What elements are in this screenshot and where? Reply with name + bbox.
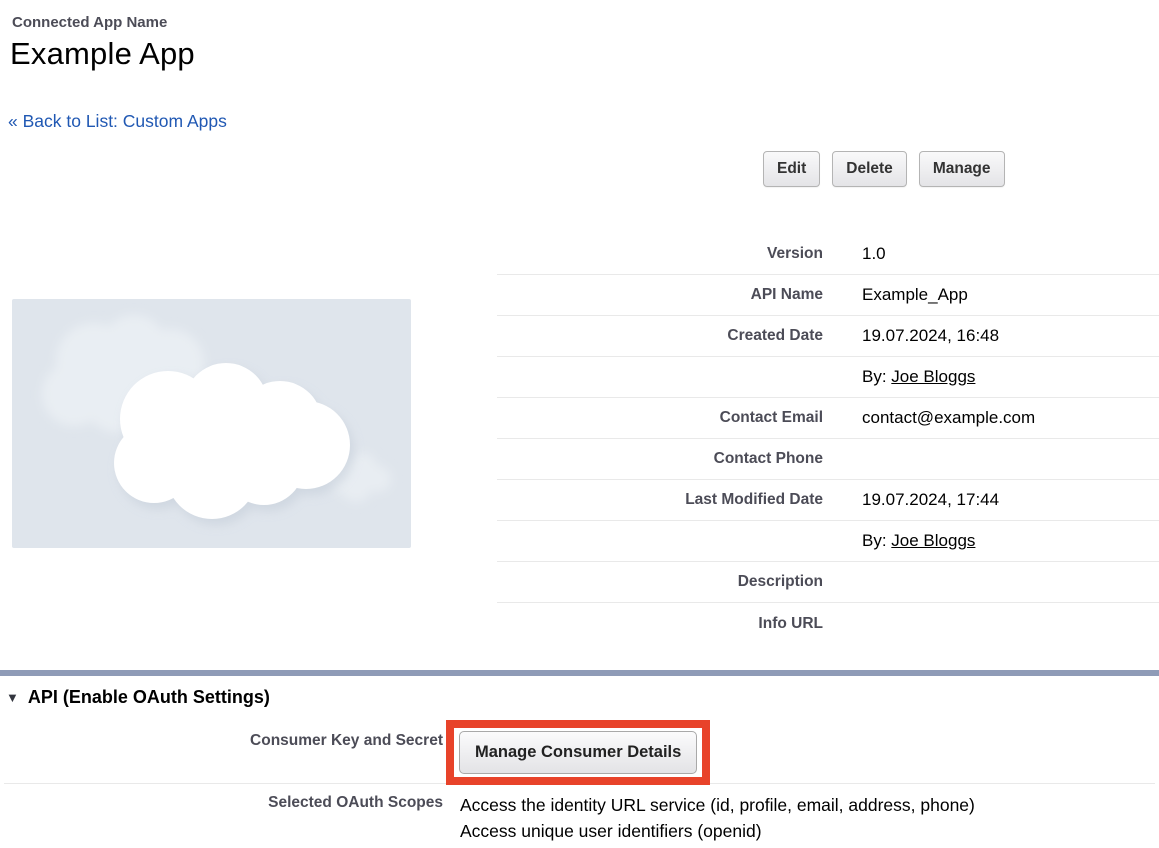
- detail-field-label: Version: [497, 245, 823, 263]
- oauth-section-header: ▼ API (Enable OAuth Settings): [6, 687, 270, 708]
- details-table: Version 1.0 API Name Example_App Created Dat…: [497, 234, 1159, 644]
- user-link[interactable]: Joe Bloggs: [891, 367, 975, 386]
- consumer-key-secret-label: Consumer Key and Secret: [0, 732, 443, 750]
- toolbar: Edit Delete Manage: [763, 151, 1005, 187]
- connected-app-name-label: Connected App Name: [12, 14, 167, 31]
- detail-field-label: Contact Email: [497, 409, 823, 427]
- detail-field-value: 19.07.2024, 17:44: [862, 490, 999, 510]
- oauth-scopes-list: Access the identity URL service (id, pro…: [460, 792, 975, 844]
- detail-row: Info URL: [497, 603, 1159, 644]
- detail-field-label: Last Modified Date: [497, 491, 823, 509]
- detail-field-value: 19.07.2024, 16:48: [862, 326, 999, 346]
- detail-field-label: Info URL: [497, 615, 823, 633]
- detail-row: API Name Example_App: [497, 275, 1159, 316]
- app-logo-image: [12, 299, 411, 548]
- detail-field-label: Description: [497, 573, 823, 591]
- manage-consumer-details-button[interactable]: Manage Consumer Details: [459, 731, 697, 774]
- page-title: Example App: [10, 36, 195, 72]
- edit-button[interactable]: Edit: [763, 151, 820, 187]
- detail-field-label: Created Date: [497, 327, 823, 345]
- detail-row: By: Joe Bloggs: [497, 357, 1159, 398]
- user-link[interactable]: Joe Bloggs: [891, 531, 975, 550]
- detail-field-value: By: Joe Bloggs: [862, 367, 975, 387]
- highlight-annotation-box: Manage Consumer Details: [446, 720, 710, 785]
- detail-row: Contact Phone: [497, 439, 1159, 480]
- oauth-scope-item: Access unique user identifiers (openid): [460, 818, 975, 844]
- oauth-section-title: API (Enable OAuth Settings): [28, 687, 270, 708]
- section-divider-bar: [0, 670, 1159, 676]
- selected-oauth-scopes-label: Selected OAuth Scopes: [0, 794, 443, 812]
- delete-button[interactable]: Delete: [832, 151, 907, 187]
- manage-button[interactable]: Manage: [919, 151, 1005, 187]
- detail-row: Description: [497, 562, 1159, 603]
- detail-row: Last Modified Date 19.07.2024, 17:44: [497, 480, 1159, 521]
- collapse-arrow-icon[interactable]: ▼: [6, 691, 19, 704]
- detail-row: Created Date 19.07.2024, 16:48: [497, 316, 1159, 357]
- detail-row: Contact Email contact@example.com: [497, 398, 1159, 439]
- detail-field-value: By: Joe Bloggs: [862, 531, 975, 551]
- detail-row: Version 1.0: [497, 234, 1159, 275]
- detail-field-value: Example_App: [862, 285, 968, 305]
- detail-field-label: Contact Phone: [497, 450, 823, 468]
- detail-field-value: contact@example.com: [862, 408, 1035, 428]
- detail-row: By: Joe Bloggs: [497, 521, 1159, 562]
- oauth-scope-item: Access the identity URL service (id, pro…: [460, 792, 975, 818]
- cloud-illustration-icon: [12, 299, 411, 548]
- detail-field-label: API Name: [497, 286, 823, 304]
- detail-field-value: 1.0: [862, 244, 886, 264]
- back-to-list-link[interactable]: « Back to List: Custom Apps: [8, 111, 227, 132]
